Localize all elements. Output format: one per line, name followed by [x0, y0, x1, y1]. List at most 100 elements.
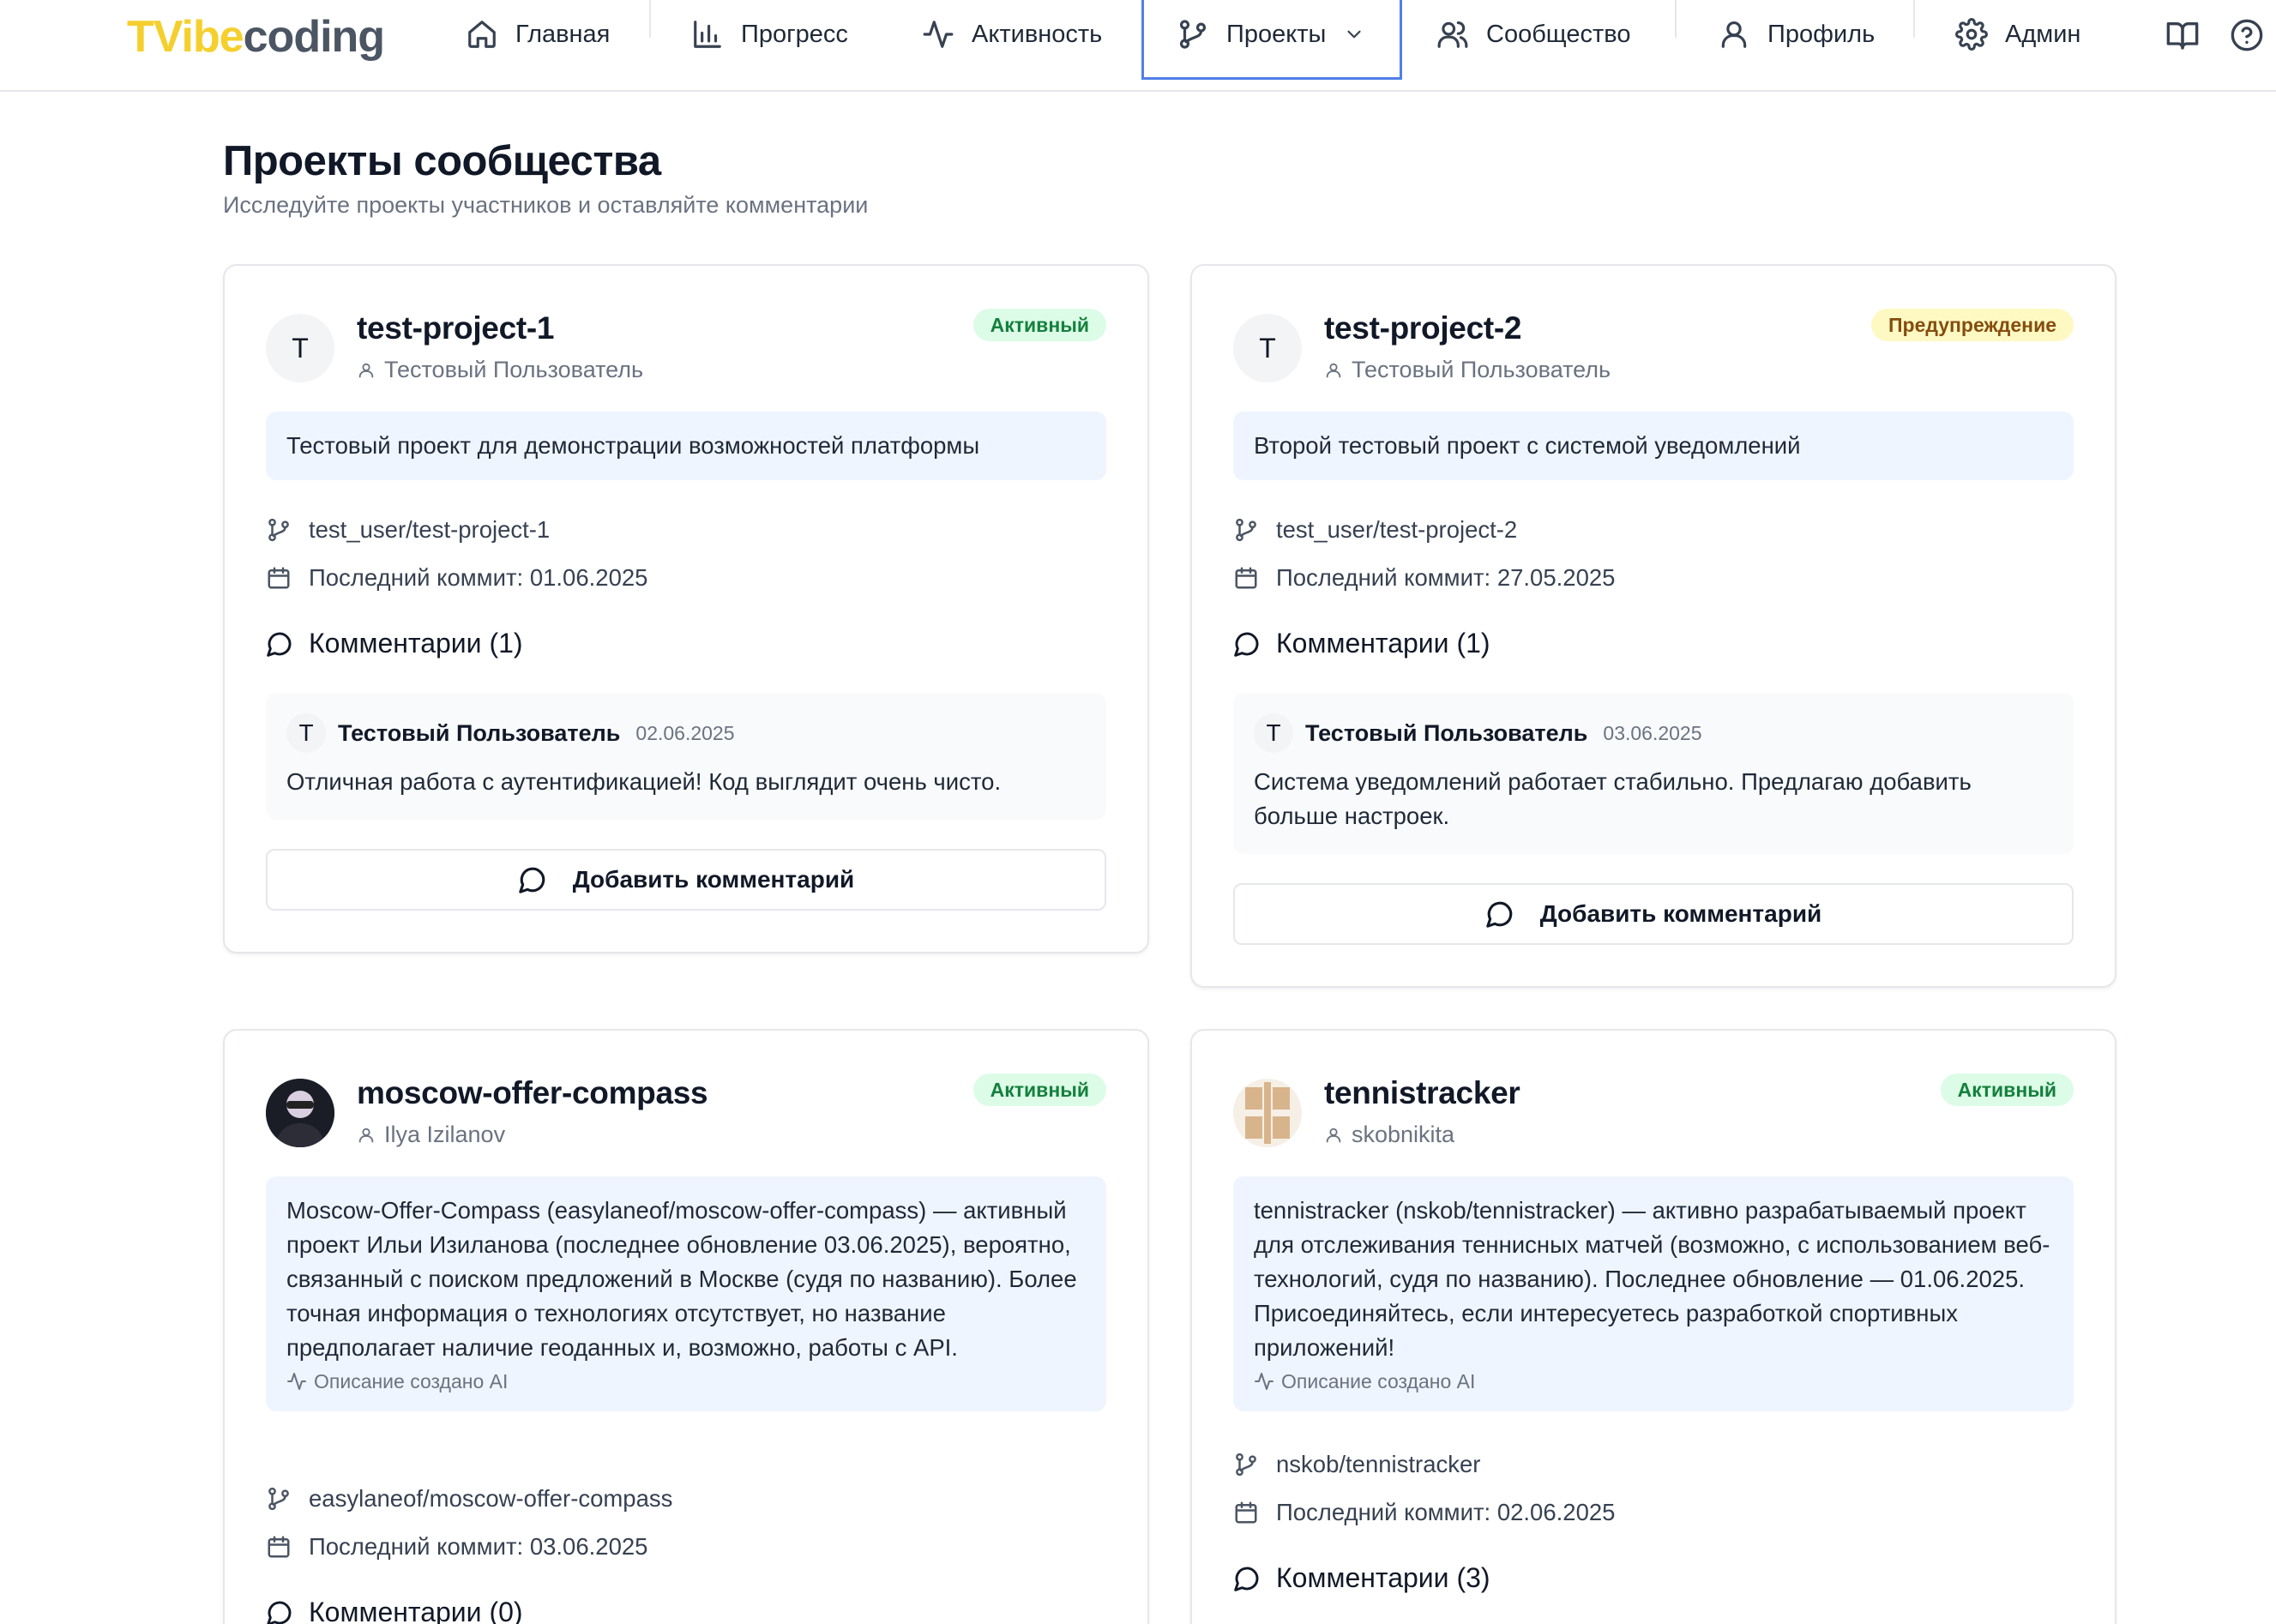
git-branch-icon [1236, 518, 1256, 542]
project-name[interactable]: moscow-offer-compass [357, 1075, 708, 1111]
avatar [266, 1079, 334, 1147]
nav-activity[interactable]: Активность [922, 0, 1102, 69]
last-commit-text: Последний коммит: 02.06.2025 [1276, 1499, 1616, 1525]
nav-divider [1675, 0, 1677, 38]
activity-icon [923, 21, 954, 48]
project-description: Тестовый проект для демонстрации возможн… [266, 412, 1106, 480]
owner-name: Тестовый Пользователь [1352, 357, 1611, 382]
nav-divider [1913, 0, 1915, 38]
last-commit: Последний коммит: 01.06.2025 [266, 564, 647, 592]
nav-admin[interactable]: Админ [1955, 0, 2080, 69]
nav-home-label: Главная [515, 20, 611, 48]
repo-path: test_user/test-project-2 [1276, 516, 1518, 543]
message-circle-icon [267, 1601, 292, 1624]
help-button[interactable] [2230, 18, 2264, 52]
nav-progress[interactable]: Прогресс [691, 0, 848, 69]
project-name[interactable]: tennistracker [1324, 1075, 1520, 1111]
nav-community[interactable]: Сообщество [1436, 0, 1630, 69]
calendar-icon [268, 567, 290, 589]
comments-title: Комментарии (0) [309, 1597, 523, 1624]
repo-path: easylaneof/moscow-offer-compass [309, 1485, 673, 1512]
repo-path: nskob/tennistracker [1276, 1451, 1481, 1477]
nav-divider [649, 0, 651, 38]
comment-avatar: T [286, 713, 326, 753]
project-name[interactable]: test-project-2 [1324, 310, 1521, 346]
help-circle-icon [2231, 19, 2263, 51]
project-card: moscow-offer-compass Ilya Izilanov Актив… [223, 1029, 1149, 1624]
users-icon [1437, 21, 1468, 48]
git-branch-icon [1236, 1453, 1256, 1477]
top-navbar: TVibecoding Главная Прогресс Активность … [0, 0, 2276, 92]
git-branch-icon [268, 1487, 289, 1511]
last-commit-text: Последний коммит: 01.06.2025 [309, 564, 648, 591]
nav-admin-label: Админ [2005, 20, 2081, 48]
last-commit-text: Последний коммит: 03.06.2025 [309, 1533, 648, 1560]
description-text: tennistracker (nskob/tennistracker) — ак… [1254, 1197, 2050, 1361]
user-icon [1721, 21, 1747, 48]
nav-activity-label: Активность [972, 20, 1103, 48]
comment-author: Тестовый Пользователь [338, 719, 621, 746]
owner-name: Тестовый Пользователь [384, 357, 644, 382]
docs-button[interactable] [2165, 18, 2200, 52]
ai-note: Описание создано AI [286, 1368, 1086, 1394]
last-commit: Последний коммит: 02.06.2025 [1233, 1499, 1615, 1526]
nav-profile[interactable]: Профиль [1718, 0, 1875, 69]
description-text: Moscow-Offer-Compass (easylaneof/moscow-… [286, 1197, 1077, 1361]
repo-link[interactable]: easylaneof/moscow-offer-compass [266, 1485, 672, 1513]
user-photo-avatar [266, 1079, 334, 1147]
comment-text: Отличная работа с аутентификацией! Код в… [286, 768, 1002, 795]
avatar [1233, 1079, 1302, 1147]
user-icon [358, 1128, 374, 1142]
nav-community-label: Сообщество [1486, 20, 1631, 48]
project-owner: Ilya Izilanov [357, 1122, 505, 1148]
gear-icon [1955, 18, 1988, 51]
project-owner: Тестовый Пользователь [357, 357, 643, 383]
ai-note-text: Описание создано AI [1281, 1370, 1476, 1392]
nav-projects-label: Проекты [1226, 20, 1327, 48]
activity-icon [287, 1373, 306, 1390]
git-branch-icon [268, 518, 289, 542]
message-circle-icon [267, 632, 292, 657]
repo-link[interactable]: test_user/test-project-1 [266, 516, 550, 544]
git-branch-icon [1179, 20, 1207, 49]
add-comment-button[interactable]: Добавить комментарий [1233, 883, 2074, 945]
comments-heading: Комментарии (1) [266, 628, 523, 659]
project-card: tennistracker skobnikita Активный tennis… [1190, 1029, 2116, 1624]
comment: T Тестовый Пользователь 03.06.2025 Систе… [1233, 693, 2074, 854]
owner-name: skobnikita [1352, 1122, 1455, 1147]
message-circle-icon [519, 867, 545, 893]
comments-heading: Комментарии (0) [266, 1597, 523, 1624]
status-badge: Активный [972, 309, 1106, 341]
repo-link[interactable]: nskob/tennistracker [1233, 1451, 1480, 1478]
comments-heading: Комментарии (3) [1233, 1562, 1490, 1594]
nav-projects[interactable]: Проекты [1177, 0, 1365, 69]
project-description: tennistracker (nskob/tennistracker) — ак… [1233, 1176, 2074, 1411]
comments-title: Комментарии (1) [309, 628, 523, 659]
comments-heading: Комментарии (1) [1233, 628, 1490, 659]
project-description: Второй тестовый проект с системой уведом… [1233, 412, 2074, 480]
calendar-icon [1235, 567, 1257, 589]
avatar: T [1233, 314, 1302, 382]
last-commit: Последний коммит: 27.05.2025 [1233, 564, 1615, 592]
repo-path: test_user/test-project-1 [309, 516, 551, 543]
last-commit-text: Последний коммит: 27.05.2025 [1276, 564, 1616, 591]
repo-link[interactable]: test_user/test-project-2 [1233, 516, 1517, 544]
logo[interactable]: TVibecoding [127, 10, 385, 63]
nav-home[interactable]: Главная [466, 0, 610, 69]
status-badge: Активный [972, 1074, 1106, 1106]
message-circle-icon [1486, 901, 1513, 928]
comment-date: 02.06.2025 [635, 721, 735, 744]
calendar-icon [268, 1536, 290, 1558]
ai-note-text: Описание создано AI [314, 1370, 509, 1392]
project-name[interactable]: test-project-1 [357, 310, 554, 346]
avatar: T [266, 314, 334, 382]
comments-title: Комментарии (1) [1276, 628, 1490, 659]
bar-chart-icon [694, 21, 721, 48]
identicon-avatar [1233, 1079, 1302, 1147]
activity-icon [1255, 1373, 1273, 1390]
project-owner: Тестовый Пользователь [1324, 357, 1611, 383]
page-subtitle: Исследуйте проекты участников и оставляй… [223, 192, 869, 218]
nav-progress-label: Прогресс [741, 20, 848, 48]
add-comment-button[interactable]: Добавить комментарий [266, 849, 1106, 911]
status-badge: Предупреждение [1871, 309, 2074, 341]
